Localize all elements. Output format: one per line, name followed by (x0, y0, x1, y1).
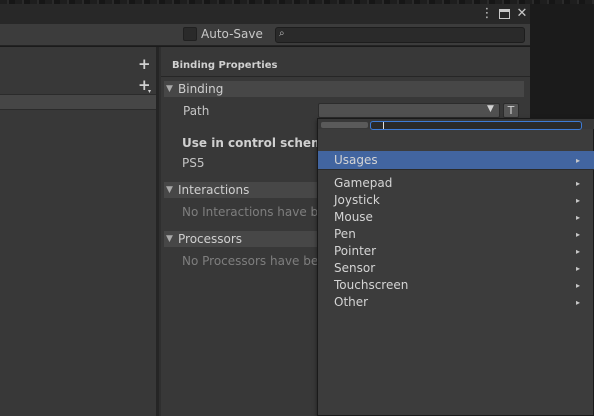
interactions-section-label: Interactions (178, 183, 250, 197)
menu-item-label: Joystick (334, 193, 380, 207)
menu-item-label: Other (334, 295, 369, 309)
processors-section-label: Processors (178, 232, 243, 246)
menu-item-mouse[interactable]: Mouse ▸ (318, 209, 594, 226)
submenu-arrow-icon: ▸ (576, 264, 581, 273)
menu-item-pointer[interactable]: Pointer ▸ (318, 243, 594, 260)
submenu-arrow-icon: ▸ (576, 230, 581, 239)
menu-item-label: Mouse (334, 210, 373, 224)
menu-item-label: Pointer (334, 244, 377, 258)
close-icon[interactable]: ✕ (515, 6, 529, 22)
auto-save-checkbox[interactable] (183, 27, 197, 41)
menu-item-label: Pen (334, 227, 356, 241)
menu-item-label: Sensor (334, 261, 376, 275)
interactions-empty-text: No Interactions have bee (182, 205, 333, 219)
text-mode-button[interactable]: T (503, 103, 519, 118)
control-scheme-ps5[interactable]: PS5 (182, 156, 205, 170)
menu-item-sensor[interactable]: Sensor ▸ (318, 260, 594, 277)
processors-empty-text: No Processors have bee (182, 254, 326, 268)
menu-item-other[interactable]: Other ▸ (318, 294, 594, 311)
text-caret (383, 122, 384, 129)
submenu-arrow-icon: ▸ (576, 281, 581, 290)
submenu-arrow-icon: ▸ (576, 196, 581, 205)
maximize-icon[interactable] (499, 9, 510, 19)
add-action-button[interactable]: + (138, 55, 151, 73)
window-titlebar (0, 4, 530, 24)
submenu-arrow-icon: ▸ (576, 298, 581, 307)
menu-item-touchscreen[interactable]: Touchscreen ▸ (318, 277, 594, 294)
path-dropdown[interactable] (318, 103, 500, 118)
submenu-arrow-icon: ▸ (576, 156, 581, 165)
auto-save-label: Auto-Save (201, 27, 263, 41)
panel-title: Binding Properties (172, 60, 278, 71)
foldout-arrow-icon: ▼ (166, 185, 173, 195)
menu-item-label: Gamepad (334, 176, 393, 190)
dropdown-arrow-icon: ▼ (487, 104, 494, 114)
actions-header (0, 55, 156, 73)
menu-item-gamepad[interactable]: Gamepad ▸ (318, 175, 594, 192)
path-label: Path (183, 104, 210, 118)
popup-search-input[interactable] (370, 121, 582, 130)
menu-item-label: Touchscreen (334, 278, 409, 292)
search-icon: ⌕ (279, 28, 285, 39)
binding-section-label: Binding (178, 82, 224, 96)
menu-item-joystick[interactable]: Joystick ▸ (318, 192, 594, 209)
search-input[interactable] (275, 27, 525, 43)
control-scheme-label: Use in control scheme (182, 136, 332, 150)
foldout-arrow-icon: ▼ (166, 84, 173, 94)
selected-action-row[interactable] (0, 94, 156, 110)
submenu-arrow-icon: ▸ (576, 179, 581, 188)
popup-back-tab[interactable] (321, 122, 368, 128)
foldout-arrow-icon: ▼ (166, 234, 173, 244)
submenu-arrow-icon: ▸ (576, 213, 581, 222)
more-options-icon[interactable]: ⋮ (480, 6, 494, 22)
submenu-arrow-icon: ▸ (576, 247, 581, 256)
menu-item-usages-label: Usages (334, 153, 378, 167)
menu-separator (318, 169, 594, 170)
menu-item-pen[interactable]: Pen ▸ (318, 226, 594, 243)
